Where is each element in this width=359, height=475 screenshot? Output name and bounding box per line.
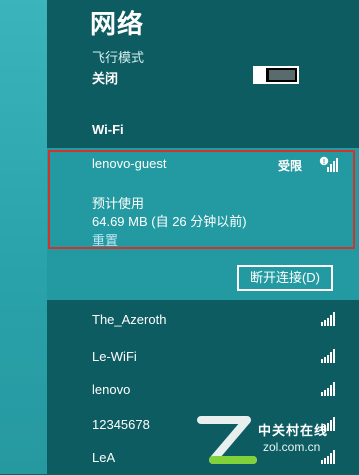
- signal-icon: [321, 349, 335, 363]
- toggle-knob: [255, 66, 266, 84]
- reset-link[interactable]: 重置: [92, 230, 118, 249]
- charms-background-strip: [0, 0, 47, 474]
- selected-network-name: lenovo-guest: [92, 156, 167, 171]
- network-name: 12345678: [92, 417, 150, 432]
- signal-icon: [321, 382, 335, 396]
- network-name: The_Azeroth: [92, 312, 167, 327]
- airplane-mode-state: 关闭: [92, 71, 119, 86]
- wifi-section-heading: Wi-Fi: [92, 122, 124, 137]
- panel-title: 网络: [90, 9, 145, 39]
- signal-warning-icon: !: [319, 156, 338, 172]
- network-list-item[interactable]: The_Azeroth: [47, 303, 359, 337]
- signal-icon: [321, 312, 335, 326]
- watermark-text: 中关村在线: [258, 423, 329, 438]
- disconnect-button[interactable]: 断开连接(D): [237, 265, 333, 291]
- watermark-url: zol.com.cn: [263, 440, 321, 454]
- usage-value: 64.69 MB (自 26 分钟以前): [92, 214, 247, 229]
- limited-badge: 受限: [278, 159, 303, 173]
- network-name: lenovo: [92, 382, 131, 397]
- toggle-track: [269, 70, 295, 80]
- svg-text:!: !: [323, 159, 325, 166]
- network-list-item[interactable]: lenovo: [47, 373, 359, 407]
- network-name: LeA: [92, 450, 116, 465]
- airplane-mode-toggle[interactable]: [253, 66, 299, 84]
- airplane-mode-label: 飞行模式: [92, 50, 145, 65]
- network-name: Le-WiFi: [92, 349, 137, 364]
- usage-label: 预计使用: [92, 196, 145, 211]
- network-list-item[interactable]: Le-WiFi: [47, 340, 359, 374]
